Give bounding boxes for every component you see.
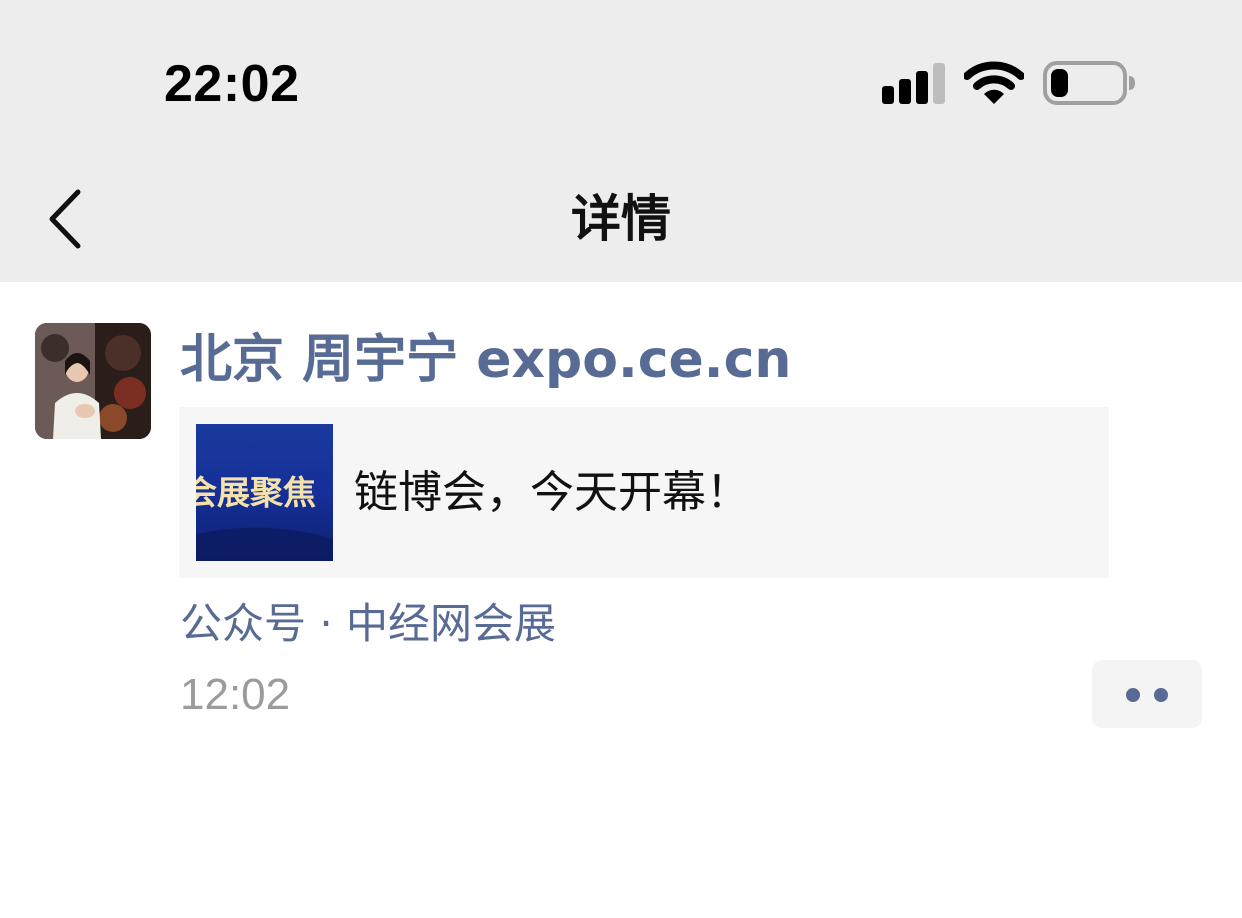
wifi-icon: [964, 61, 1024, 104]
header-bar: 22:02 详情: [0, 0, 1242, 282]
battery-icon: [1043, 61, 1135, 105]
status-time: 22:02: [164, 55, 300, 113]
thumbnail-text: 会展聚焦: [196, 473, 316, 512]
article-title: 链博会，今天开幕！: [354, 467, 750, 518]
page-title: 详情: [571, 190, 671, 248]
post-time: 12:02: [180, 670, 291, 719]
avatar-image: [35, 323, 151, 439]
article-thumbnail: 会展聚焦: [196, 424, 333, 561]
avatar[interactable]: [35, 323, 151, 439]
author-name[interactable]: 北京 周宇宁 expo.ce.cn: [180, 328, 791, 392]
source-account-link[interactable]: 公众号 · 中经网会展: [180, 597, 556, 651]
cellular-signal-icon: [882, 63, 945, 104]
shared-article-card[interactable]: 会展聚焦 链博会，今天开幕！: [179, 407, 1109, 578]
more-options-button[interactable]: [1092, 660, 1202, 728]
